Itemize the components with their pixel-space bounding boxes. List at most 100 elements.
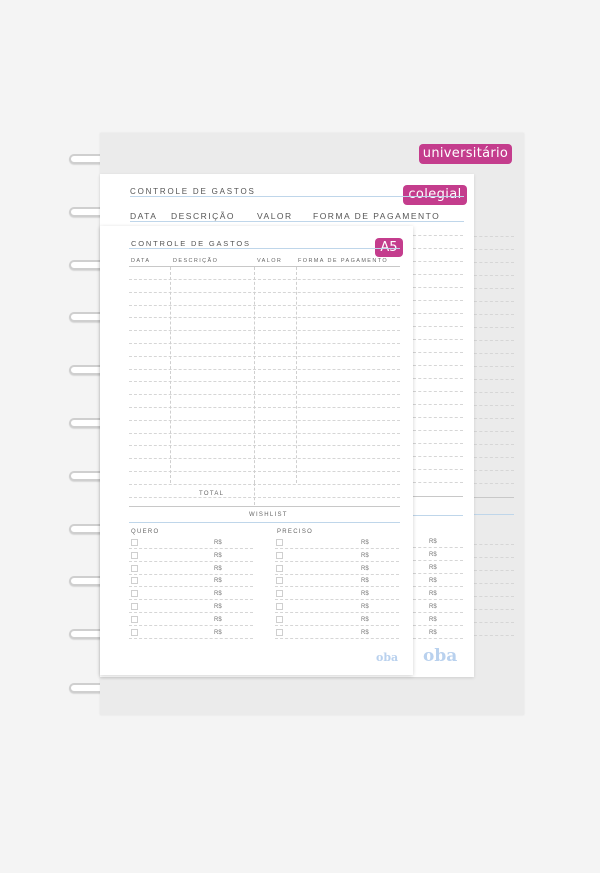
wishlist-checkbox [131, 628, 138, 636]
currency-label: R$ [361, 629, 369, 636]
wishlist-row [275, 586, 399, 588]
row-line [474, 457, 514, 458]
wishlist-title: WISHLIST [249, 512, 288, 518]
wishlist-row [275, 599, 399, 601]
wishlist-row [275, 560, 399, 562]
currency-label: R$ [214, 552, 222, 559]
wishlist-checkbox [131, 539, 138, 546]
row-line [474, 431, 514, 432]
column-divider [170, 267, 171, 483]
row-line [413, 456, 463, 457]
row-line [413, 274, 463, 275]
wishlist-checkbox [276, 564, 283, 572]
row-line [474, 622, 514, 623]
wishlist-checkbox [276, 577, 283, 585]
column-header-data: DATA [130, 211, 158, 221]
wishlist-checkbox [131, 577, 138, 585]
total-rule [474, 497, 514, 498]
table-row [129, 483, 400, 485]
wishlist-row [129, 612, 253, 613]
row-line [474, 249, 514, 250]
row-line [474, 366, 514, 367]
currency-label: R$ [429, 630, 437, 636]
total-rule [413, 496, 463, 497]
wishlist-row [129, 637, 253, 639]
row-line [413, 625, 463, 626]
currency-label: R$ [429, 617, 437, 623]
currency-label: R$ [214, 565, 222, 572]
row-line [413, 469, 463, 470]
wishlist-row [275, 637, 399, 639]
currency-label: R$ [361, 565, 369, 572]
currency-label: R$ [361, 591, 369, 598]
wishlist-checkbox [276, 590, 283, 598]
column-divider [254, 483, 255, 505]
row-line [413, 430, 463, 431]
row-line [413, 404, 463, 405]
wishlist-row [129, 573, 253, 575]
row-line [413, 261, 463, 262]
row-line [413, 248, 463, 249]
row-line [474, 418, 514, 419]
table-row [129, 496, 400, 498]
page-title: CONTROLE DE GASTOS [130, 187, 256, 196]
currency-label: R$ [361, 578, 369, 585]
currency-label: R$ [214, 578, 222, 585]
row-line [413, 482, 463, 483]
currency-label: R$ [429, 552, 437, 558]
row-line [474, 544, 514, 545]
row-line [413, 417, 463, 418]
currency-label: R$ [429, 604, 437, 610]
sheet-a5: A5 CONTROLE DE GASTOS DATA DESCRIÇÃO VAL… [100, 226, 413, 675]
row-line [474, 609, 514, 610]
row-line [474, 635, 514, 636]
row-line [474, 275, 514, 276]
row-line [413, 352, 463, 353]
column-header-descricao: DESCRIÇÃO [173, 258, 219, 264]
row-line [413, 339, 463, 340]
currency-label: R$ [429, 578, 437, 584]
currency-label: R$ [214, 616, 222, 623]
row-line [474, 340, 514, 341]
column-divider [254, 267, 255, 483]
row-line [413, 586, 463, 587]
currency-label: R$ [429, 539, 437, 545]
row-line [413, 573, 463, 574]
row-line [474, 483, 514, 484]
badge-universitario: universitário [419, 144, 512, 164]
row-line [413, 547, 463, 548]
row-line [413, 443, 463, 444]
row-line [413, 599, 463, 600]
wishlist-row [129, 548, 253, 549]
wishlist-row [275, 624, 399, 626]
currency-label: R$ [361, 552, 369, 559]
column-header-descricao: DESCRIÇÃO [171, 211, 236, 221]
title-rule [130, 196, 464, 197]
row-line [413, 365, 463, 366]
row-line [474, 596, 514, 597]
row-line [413, 313, 463, 314]
wishlist-checkbox [276, 628, 283, 636]
wishlist-row [129, 599, 253, 601]
wishlist-rule [413, 515, 463, 516]
currency-label: R$ [361, 604, 369, 610]
row-line [474, 288, 514, 289]
wishlist-row [275, 612, 399, 613]
currency-label: R$ [429, 565, 437, 571]
total-rule [129, 506, 400, 507]
currency-label: R$ [214, 604, 222, 610]
column-header-valor: VALOR [257, 211, 293, 221]
wishlist-row [129, 586, 253, 588]
currency-label: R$ [361, 540, 369, 546]
preciso-label: PRECISO [277, 529, 314, 535]
currency-label: R$ [214, 540, 222, 546]
column-header-data: DATA [131, 258, 151, 264]
row-line [413, 287, 463, 288]
row-line [474, 314, 514, 315]
wishlist-rule [474, 514, 514, 515]
row-line [474, 301, 514, 302]
row-line [413, 235, 463, 236]
row-line [474, 405, 514, 406]
wishlist-row [129, 560, 253, 562]
row-line [413, 300, 463, 301]
